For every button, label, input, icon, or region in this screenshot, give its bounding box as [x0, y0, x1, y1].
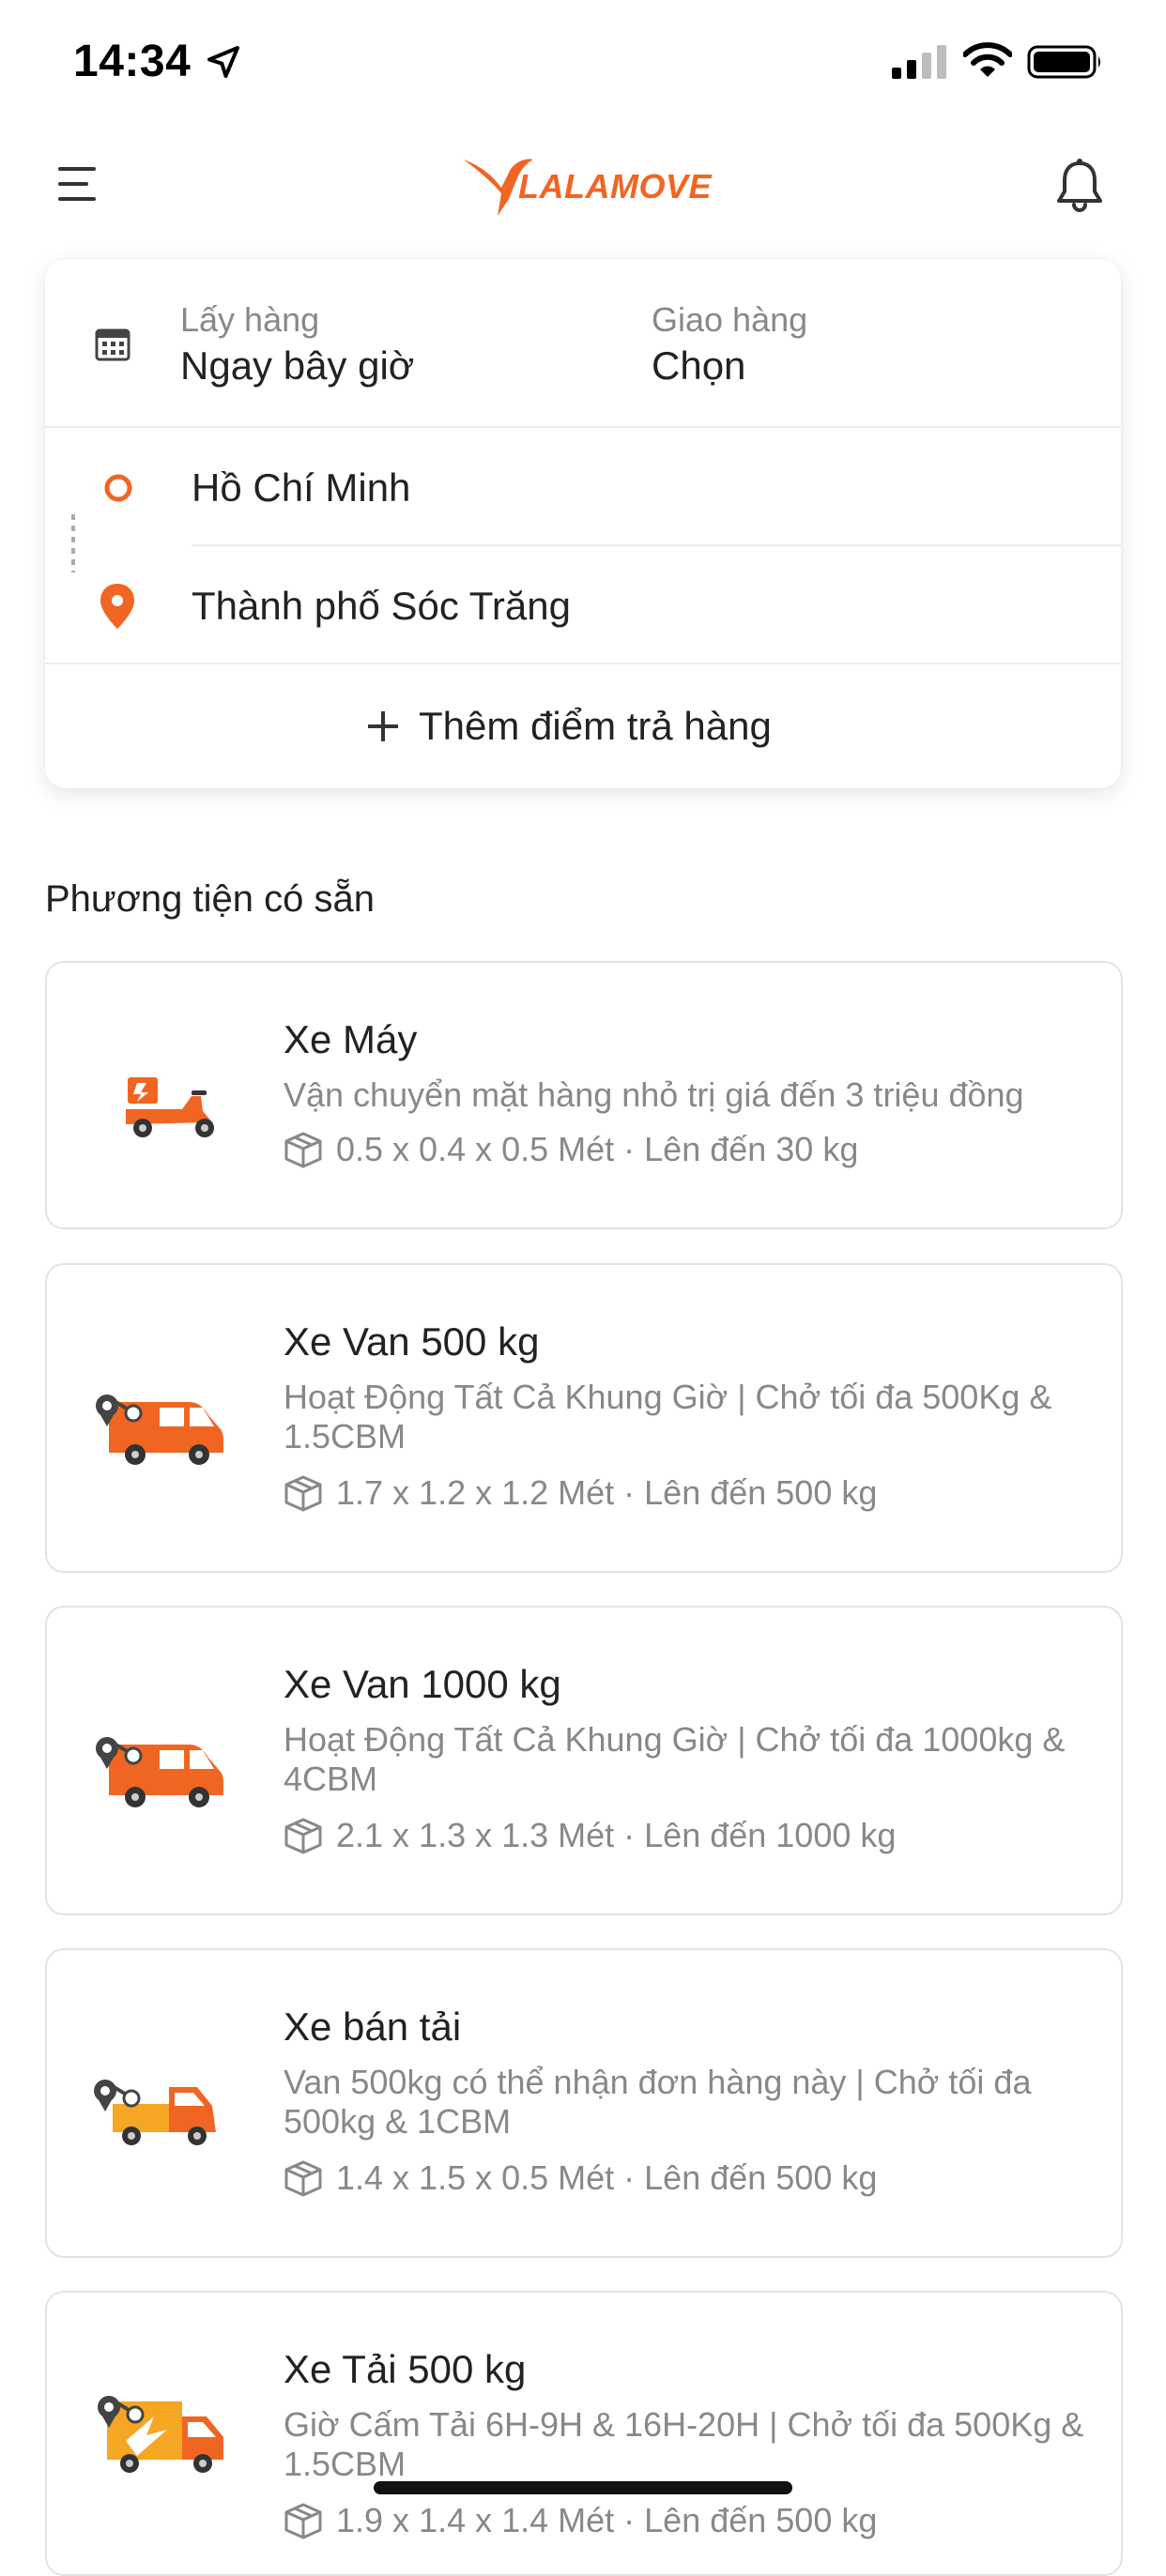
- add-drop-off-label: Thêm điểm trả hàng: [419, 704, 772, 748]
- vehicle-specs-text: 0.5 x 0.4 x 0.5 Mét · Lên đến 30 kg: [336, 1130, 859, 1168]
- logo-text: LALAMOVE: [518, 167, 712, 206]
- vehicle-description: Van 500kg có thể nhận đơn hàng này | Chở…: [284, 2063, 1032, 2141]
- schedule-row: Lấy hàng Ngay bây giờ Giao hàng Chọn: [45, 259, 1121, 428]
- menu-icon[interactable]: [54, 161, 100, 206]
- vehicle-specs: 1.7 x 1.2 x 1.2 Mét · Lên đến 500 kg: [284, 1473, 877, 1513]
- origin-dot-icon: [104, 474, 132, 502]
- status-time: 14:34: [73, 37, 192, 86]
- pickup-time-label: Lấy hàng: [180, 300, 320, 339]
- origin-stop[interactable]: Hồ Chí Minh: [45, 428, 1121, 544]
- vehicle-card[interactable]: Xe Van 1000 kg Hoạt Động Tất Cả Khung Gi…: [45, 1606, 1123, 1915]
- vehicle-description: Giờ Cấm Tải 6H-9H & 16H-20H | Chở tối đa…: [284, 2405, 1084, 2483]
- notification-bell-icon[interactable]: [1053, 158, 1106, 214]
- vehicle-description: Hoạt Động Tất Cả Khung Giờ | Chở tối đa …: [284, 1378, 1052, 1456]
- vehicle-card[interactable]: Xe Tải 500 kg Giờ Cấm Tải 6H-9H & 16H-20…: [45, 2291, 1123, 2576]
- pickup-truck-icon: [94, 2080, 216, 2145]
- route-card: Lấy hàng Ngay bây giờ Giao hàng Chọn Hồ …: [45, 259, 1121, 788]
- cellular-signal-icon: [892, 45, 946, 79]
- vehicle-specs: 2.1 x 1.3 x 1.3 Mét · Lên đến 1000 kg: [284, 1816, 896, 1855]
- vehicle-name: Xe Van 500 kg: [284, 1319, 540, 1364]
- package-box-icon: [284, 2503, 322, 2539]
- vehicle-specs-text: 1.4 x 1.5 x 0.5 Mét · Lên đến 500 kg: [336, 2158, 878, 2197]
- vehicle-card[interactable]: Xe bán tải Van 500kg có thể nhận đơn hàn…: [45, 1948, 1123, 2258]
- package-box-icon: [284, 1475, 322, 1512]
- wifi-icon: [963, 42, 1012, 77]
- vehicle-card[interactable]: Xe Máy Vận chuyển mặt hàng nhỏ trị giá đ…: [45, 961, 1123, 1229]
- package-box-icon: [284, 2160, 322, 2197]
- add-drop-off-button[interactable]: Thêm điểm trả hàng: [45, 663, 1121, 788]
- delivery-time-selector[interactable]: Chọn: [652, 343, 745, 389]
- status-bar: 14:34: [0, 0, 1166, 124]
- vehicle-name: Xe Van 1000 kg: [284, 1662, 561, 1706]
- home-indicator: [374, 2481, 792, 2494]
- motorbike-icon: [126, 1077, 214, 1137]
- truck-icon: [98, 2396, 223, 2473]
- van-icon: [96, 1395, 223, 1465]
- battery-icon: [1027, 45, 1100, 79]
- vehicle-specs-text: 1.9 x 1.4 x 1.4 Mét · Lên đến 500 kg: [336, 2501, 878, 2539]
- vehicle-card[interactable]: Xe Van 500 kg Hoạt Động Tất Cả Khung Giờ…: [45, 1263, 1123, 1573]
- vehicle-specs: 0.5 x 0.4 x 0.5 Mét · Lên đến 30 kg: [284, 1130, 858, 1169]
- origin-address: Hồ Chí Minh: [192, 465, 411, 510]
- destination-address: Thành phố Sóc Trăng: [192, 584, 571, 628]
- vehicle-description: Hoạt Động Tất Cả Khung Giờ | Chở tối đa …: [284, 1720, 1066, 1798]
- package-box-icon: [284, 1818, 322, 1854]
- delivery-time-label: Giao hàng: [652, 300, 808, 339]
- vehicle-specs: 1.4 x 1.5 x 0.5 Mét · Lên đến 500 kg: [284, 2158, 877, 2198]
- pickup-time-selector[interactable]: Ngay bây giờ: [180, 343, 414, 389]
- calendar-icon: [95, 328, 130, 361]
- vehicle-description: Vận chuyển mặt hàng nhỏ trị giá đến 3 tr…: [284, 1075, 1024, 1114]
- van-icon: [96, 1737, 223, 1807]
- destination-stop[interactable]: Thành phố Sóc Trăng: [45, 546, 1121, 664]
- map-pin-icon: [100, 584, 134, 629]
- route-connector: [71, 514, 75, 572]
- plus-icon: [368, 711, 398, 741]
- section-title: Phương tiện có sẵn: [45, 878, 375, 920]
- vehicle-name: Xe Tải 500 kg: [284, 2347, 527, 2391]
- vehicle-name: Xe Máy: [284, 1017, 418, 1061]
- vehicle-name: Xe bán tải: [284, 2004, 462, 2049]
- vehicle-specs-text: 2.1 x 1.3 x 1.3 Mét · Lên đến 1000 kg: [336, 1816, 897, 1854]
- package-box-icon: [284, 1132, 322, 1168]
- vehicle-specs: 1.9 x 1.4 x 1.4 Mét · Lên đến 500 kg: [284, 2501, 877, 2540]
- location-arrow-icon: [207, 46, 239, 78]
- vehicle-specs-text: 1.7 x 1.2 x 1.2 Mét · Lên đến 500 kg: [336, 1473, 878, 1512]
